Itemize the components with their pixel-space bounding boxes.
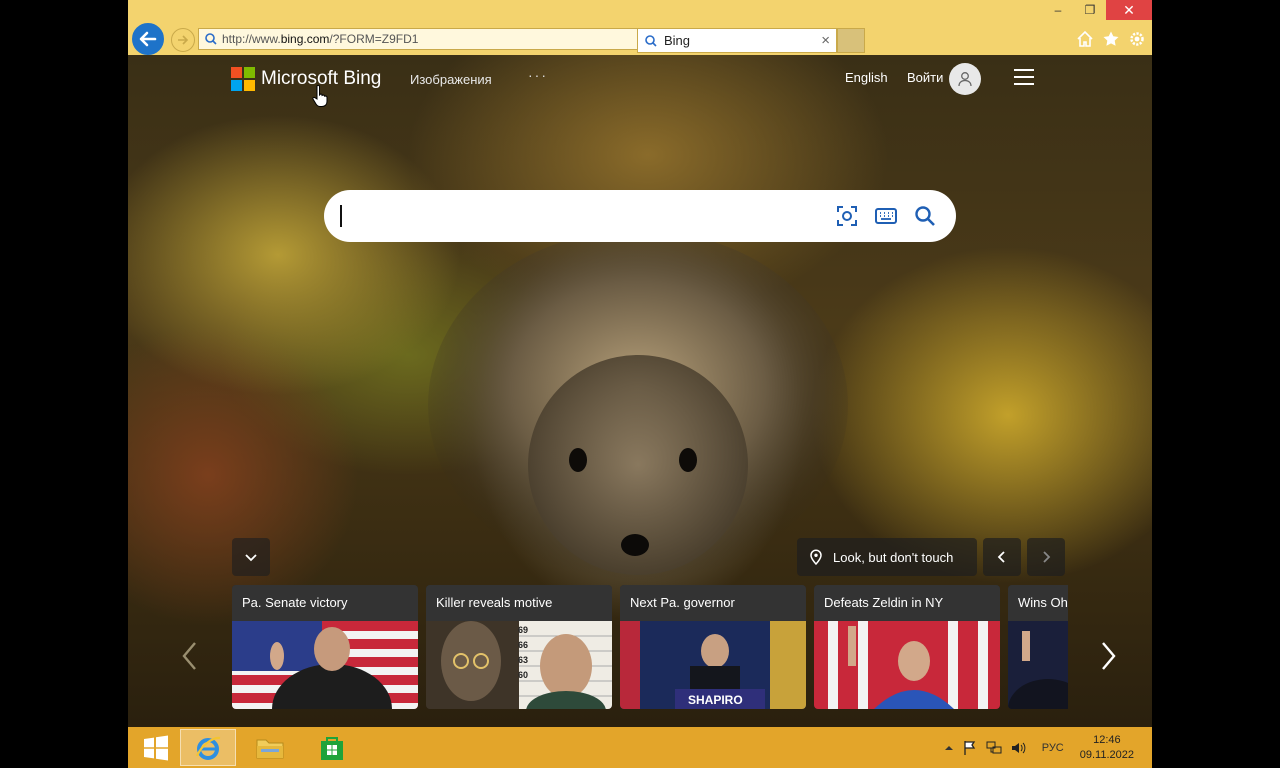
new-tab-button[interactable] — [837, 28, 865, 53]
tab-close-button[interactable]: × — [821, 32, 830, 49]
microsoft-bing-logo[interactable]: Microsoft Bing — [231, 67, 381, 91]
keyboard-button[interactable] — [873, 203, 899, 229]
url-prefix: http://www. — [222, 32, 281, 46]
close-button[interactable]: ✕ — [1106, 0, 1152, 20]
news-card-image-caption: SHAPIRO — [688, 693, 743, 707]
wallpaper-title: Look, but don't touch — [833, 549, 954, 565]
visual-search-icon — [837, 206, 857, 226]
mugshot-number: 63 — [518, 655, 529, 665]
news-card-title: Killer reveals motive — [426, 585, 612, 621]
login-link[interactable]: Войти — [907, 70, 943, 85]
news-scroll-right-button[interactable] — [1096, 640, 1120, 672]
volume-icon[interactable] — [1010, 740, 1026, 756]
wallpaper-info-button[interactable]: Look, but don't touch — [797, 538, 977, 576]
news-card-image — [1008, 621, 1068, 709]
mugshot-number: 60 — [518, 670, 529, 680]
next-wallpaper-button[interactable] — [1027, 538, 1065, 576]
mugshot-height-chart: 69 66 63 60 — [518, 623, 528, 683]
taskbar-internet-explorer[interactable] — [180, 729, 236, 766]
news-card-title: Next Pa. governor — [620, 585, 806, 621]
news-card-image — [814, 621, 1000, 709]
user-icon — [958, 72, 972, 87]
chevron-right-icon — [1043, 551, 1051, 563]
tab-title: Bing — [664, 33, 691, 48]
windows-taskbar: РУС 12:46 09.11.2022 — [128, 727, 1152, 768]
chevron-left-icon — [997, 551, 1005, 563]
home-icon[interactable] — [1076, 30, 1094, 48]
chevron-right-icon — [1102, 642, 1116, 670]
search-input[interactable] — [344, 200, 824, 232]
taskbar-file-explorer[interactable] — [242, 729, 298, 766]
url-suffix: /?FORM=Z9FD1 — [329, 32, 419, 46]
minimize-button[interactable]: – — [1042, 0, 1074, 20]
folder-icon — [256, 739, 284, 758]
more-menu-button[interactable]: ··· — [528, 67, 548, 83]
show-hidden-icons-icon[interactable] — [944, 743, 954, 753]
forward-button[interactable] — [171, 28, 195, 52]
settings-gear-icon[interactable] — [1128, 30, 1146, 48]
news-card-title: Wins Ohio — [1008, 585, 1068, 621]
microsoft-logo-icon — [231, 67, 255, 91]
internet-explorer-icon — [195, 736, 221, 760]
screen: – ❐ ✕ http://www.bing.com/?FORM=Z9FD1 Bi… — [128, 0, 1152, 768]
url-domain: bing.com — [280, 32, 330, 46]
input-language-indicator[interactable]: РУС — [1042, 742, 1064, 754]
bing-homepage: Microsoft Bing Изображения ··· English В… — [128, 55, 1152, 727]
toolbar-icons — [1076, 30, 1146, 48]
browser-chrome: – ❐ ✕ http://www.bing.com/?FORM=Z9FD1 Bi… — [128, 0, 1152, 57]
text-caret — [340, 205, 342, 227]
store-bag-icon — [321, 736, 343, 760]
news-card[interactable]: Wins Ohio — [1008, 585, 1068, 709]
system-tray: РУС 12:46 09.11.2022 — [944, 727, 1152, 768]
images-link[interactable]: Изображения — [410, 72, 492, 87]
news-carousel: Pa. Senate victory Killer reveals motive — [232, 585, 1068, 709]
news-card[interactable]: Next Pa. governor SHAPIRO — [620, 585, 806, 709]
location-pin-icon — [810, 549, 822, 565]
search-icon — [915, 206, 935, 226]
clock[interactable]: 12:46 09.11.2022 — [1080, 733, 1134, 763]
tab-search-icon — [645, 34, 657, 47]
bing-header: Microsoft Bing Изображения ··· English В… — [128, 55, 1152, 105]
taskbar-store[interactable] — [304, 729, 360, 766]
search-button[interactable] — [912, 203, 938, 229]
clock-date: 09.11.2022 — [1079, 748, 1134, 761]
news-card-title: Pa. Senate victory — [232, 585, 418, 621]
visual-search-button[interactable] — [834, 203, 860, 229]
news-card[interactable]: Defeats Zeldin in NY — [814, 585, 1000, 709]
forward-arrow-icon — [178, 35, 189, 45]
news-card-title: Defeats Zeldin in NY — [814, 585, 1000, 621]
chevron-left-icon — [182, 642, 196, 670]
action-center-flag-icon[interactable] — [962, 740, 978, 756]
clock-time: 12:46 — [1093, 733, 1121, 746]
keyboard-icon — [875, 208, 897, 224]
language-link[interactable]: English — [845, 70, 888, 85]
news-card-image — [232, 621, 418, 709]
news-card[interactable]: Killer reveals motive 69 66 63 60 — [426, 585, 612, 709]
chevron-down-icon — [245, 554, 257, 562]
avatar[interactable] — [949, 63, 981, 95]
hedgehog-wallpaper-image — [428, 235, 848, 580]
tab-bing[interactable]: Bing × — [637, 28, 837, 53]
back-button[interactable] — [130, 21, 166, 57]
mugshot-number: 66 — [518, 640, 529, 650]
search-icon — [205, 33, 217, 45]
start-button[interactable] — [128, 729, 184, 766]
windows-logo-icon — [144, 735, 168, 760]
favorites-star-icon[interactable] — [1102, 30, 1120, 48]
news-scroll-left-button[interactable] — [178, 640, 202, 672]
hamburger-menu-icon[interactable] — [1014, 69, 1034, 85]
maximize-button[interactable]: ❐ — [1074, 0, 1106, 20]
scroll-down-button[interactable] — [232, 538, 270, 576]
back-arrow-icon — [139, 31, 157, 47]
search-box[interactable] — [324, 190, 956, 242]
previous-wallpaper-button[interactable] — [983, 538, 1021, 576]
mouse-cursor-hand-icon — [312, 84, 328, 107]
mugshot-number: 69 — [518, 625, 529, 635]
network-icon[interactable] — [986, 740, 1002, 756]
window-controls: – ❐ ✕ — [1042, 0, 1152, 20]
news-card[interactable]: Pa. Senate victory — [232, 585, 418, 709]
